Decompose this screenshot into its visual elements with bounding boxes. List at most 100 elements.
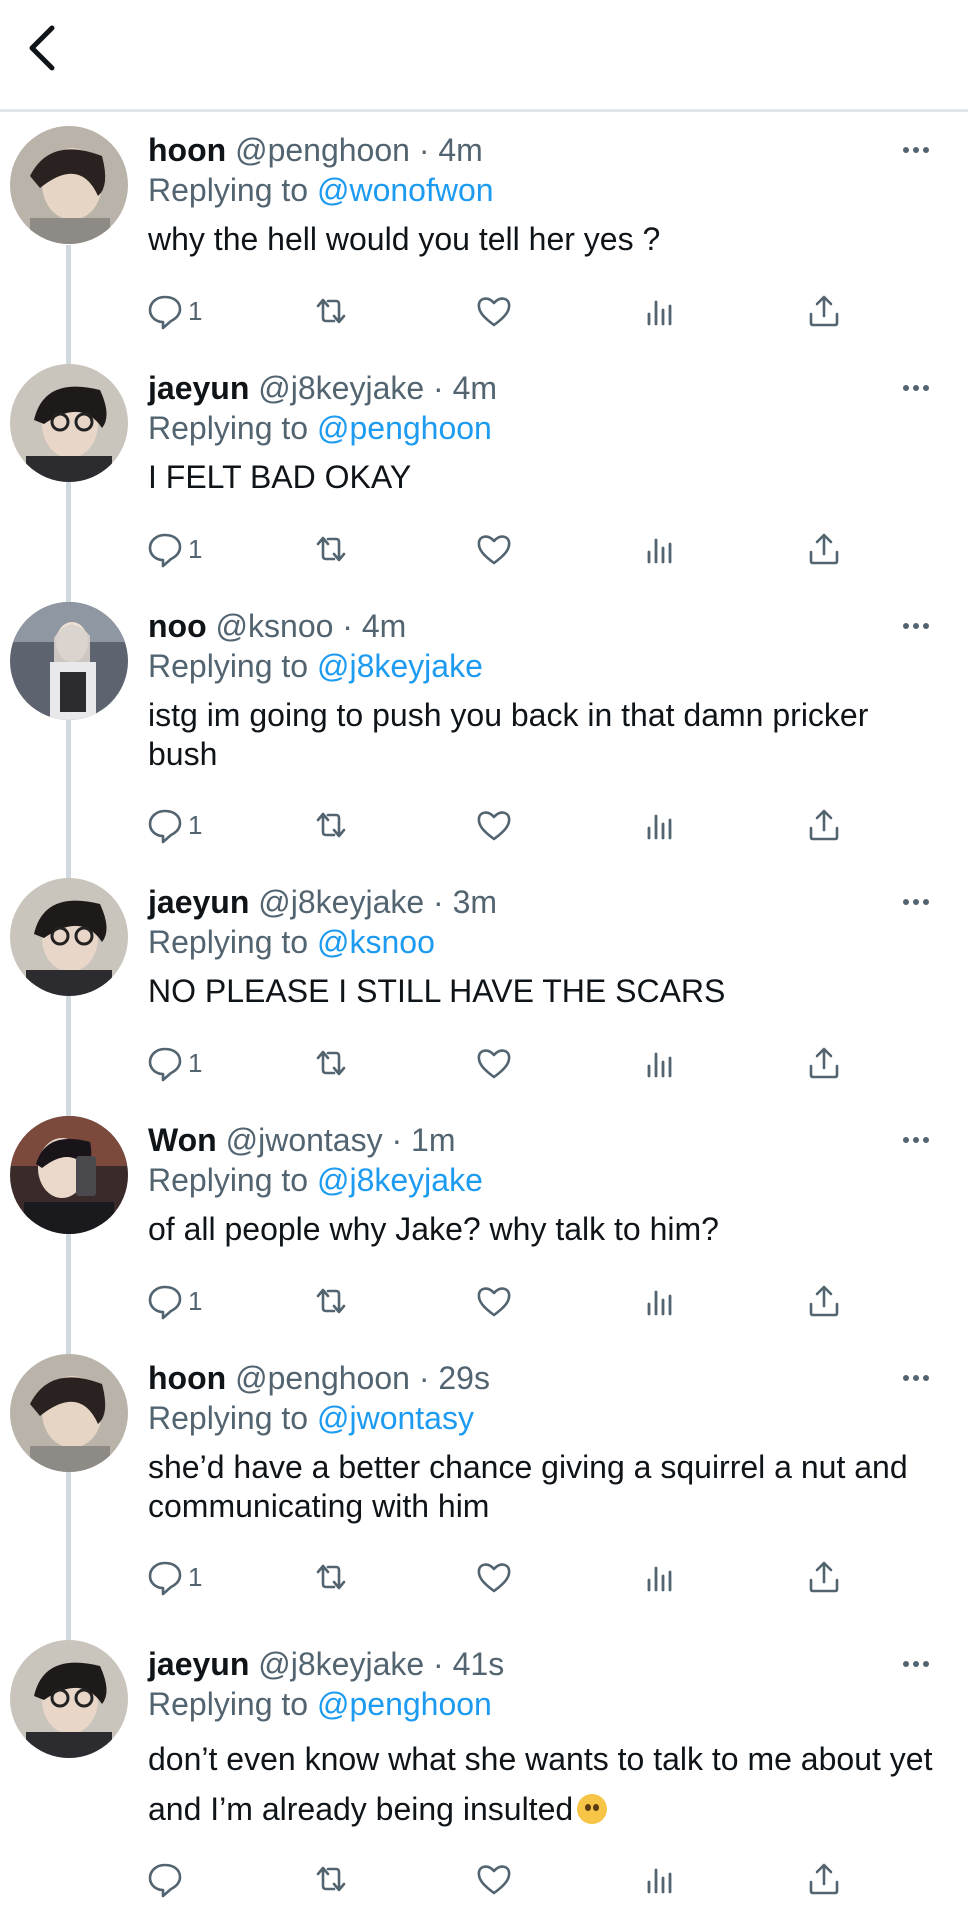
reply-button[interactable]: 1 bbox=[146, 286, 202, 336]
replying-to-mention[interactable]: @j8keyjake bbox=[317, 648, 483, 684]
back-button[interactable] bbox=[14, 18, 74, 78]
like-button[interactable] bbox=[475, 286, 513, 336]
like-button[interactable] bbox=[475, 1552, 513, 1602]
timestamp[interactable]: 4m bbox=[362, 608, 406, 644]
replying-to-mention[interactable]: @penghoon bbox=[317, 1686, 492, 1722]
tweet[interactable]: jaeyun @j8keyjake · 3m Replying to @ksno… bbox=[0, 878, 968, 1098]
avatar[interactable] bbox=[10, 126, 128, 244]
reply-count: 1 bbox=[188, 1285, 203, 1316]
timestamp[interactable]: 4m bbox=[438, 132, 482, 168]
more-options-button[interactable] bbox=[894, 138, 938, 162]
views-icon bbox=[647, 538, 672, 564]
retweet-button[interactable] bbox=[312, 1276, 350, 1326]
views-button[interactable] bbox=[641, 1854, 679, 1904]
share-button[interactable] bbox=[805, 1276, 843, 1326]
timestamp[interactable]: 3m bbox=[453, 884, 497, 920]
avatar[interactable] bbox=[10, 602, 128, 720]
tweet[interactable]: hoon @penghoon · 4m Replying to @wonofwo… bbox=[0, 126, 968, 346]
retweet-button[interactable] bbox=[312, 1854, 350, 1904]
like-button[interactable] bbox=[475, 1854, 513, 1904]
views-button[interactable] bbox=[641, 524, 679, 574]
retweet-button[interactable] bbox=[312, 1552, 350, 1602]
tweet-text: NO PLEASE I STILL HAVE THE SCARS bbox=[148, 973, 726, 1009]
more-dot-icon bbox=[923, 899, 929, 905]
avatar[interactable] bbox=[10, 1640, 128, 1758]
replying-to-mention[interactable]: @ksnoo bbox=[317, 924, 435, 960]
user-handle[interactable]: @j8keyjake bbox=[258, 884, 424, 920]
tweet[interactable]: noo @ksnoo · 4m Replying to @j8keyjake i… bbox=[0, 602, 968, 860]
share-button[interactable] bbox=[805, 524, 843, 574]
user-handle[interactable]: @penghoon bbox=[235, 132, 410, 168]
tweet[interactable]: jaeyun @j8keyjake · 41s Replying to @pen… bbox=[0, 1640, 968, 1920]
replying-to-mention[interactable]: @jwontasy bbox=[317, 1400, 474, 1436]
reply-button[interactable]: 1 bbox=[146, 1276, 202, 1326]
tweet[interactable]: Won @jwontasy · 1m Replying to @j8keyjak… bbox=[0, 1116, 968, 1336]
views-button[interactable] bbox=[641, 1276, 679, 1326]
retweet-button[interactable] bbox=[312, 524, 350, 574]
more-dot-icon bbox=[903, 147, 909, 153]
tweet-text: istg im going to push you back in that d… bbox=[148, 697, 869, 772]
timestamp[interactable]: 41s bbox=[453, 1646, 505, 1682]
display-name[interactable]: Won bbox=[148, 1122, 217, 1158]
reply-button[interactable] bbox=[146, 1854, 188, 1904]
display-name[interactable]: hoon bbox=[148, 1360, 226, 1396]
retweet-button[interactable] bbox=[312, 1038, 350, 1088]
share-button[interactable] bbox=[805, 1038, 843, 1088]
user-handle[interactable]: @j8keyjake bbox=[258, 1646, 424, 1682]
tweet-actions: 1 bbox=[0, 1038, 968, 1088]
reply-button[interactable]: 1 bbox=[146, 1552, 202, 1602]
timestamp[interactable]: 1m bbox=[411, 1122, 455, 1158]
avatar[interactable] bbox=[10, 364, 128, 482]
more-options-button[interactable] bbox=[894, 376, 938, 400]
avatar[interactable] bbox=[10, 1116, 128, 1234]
more-options-button[interactable] bbox=[894, 1128, 938, 1152]
reply-button[interactable]: 1 bbox=[146, 800, 202, 850]
share-button[interactable] bbox=[805, 800, 843, 850]
display-name[interactable]: jaeyun bbox=[148, 884, 249, 920]
share-button[interactable] bbox=[805, 286, 843, 336]
more-dot-icon bbox=[903, 385, 909, 391]
avatar[interactable] bbox=[10, 1354, 128, 1472]
more-options-button[interactable] bbox=[894, 1366, 938, 1390]
like-button[interactable] bbox=[475, 1276, 513, 1326]
like-button[interactable] bbox=[475, 524, 513, 574]
more-dot-icon bbox=[903, 1137, 909, 1143]
timestamp[interactable]: 29s bbox=[438, 1360, 490, 1396]
replying-to-line: Replying to @j8keyjake bbox=[148, 1160, 483, 1200]
display-name[interactable]: noo bbox=[148, 608, 207, 644]
views-button[interactable] bbox=[641, 1038, 679, 1088]
views-button[interactable] bbox=[641, 1552, 679, 1602]
replying-to-line: Replying to @jwontasy bbox=[148, 1398, 474, 1438]
user-handle[interactable]: @penghoon bbox=[235, 1360, 410, 1396]
replying-to-mention[interactable]: @j8keyjake bbox=[317, 1162, 483, 1198]
reply-button[interactable]: 1 bbox=[146, 524, 202, 574]
more-options-button[interactable] bbox=[894, 1652, 938, 1676]
tweet[interactable]: jaeyun @j8keyjake · 4m Replying to @peng… bbox=[0, 364, 968, 584]
avatar[interactable] bbox=[10, 878, 128, 996]
share-button[interactable] bbox=[805, 1552, 843, 1602]
separator-dot: · bbox=[418, 1360, 430, 1396]
tweet-text: of all people why Jake? why talk to him? bbox=[148, 1211, 719, 1247]
display-name[interactable]: jaeyun bbox=[148, 370, 249, 406]
tweet[interactable]: hoon @penghoon · 29s Replying to @jwonta… bbox=[0, 1354, 968, 1612]
more-options-button[interactable] bbox=[894, 890, 938, 914]
like-button[interactable] bbox=[475, 800, 513, 850]
tweet-text: I FELT BAD OKAY bbox=[148, 459, 412, 495]
user-handle[interactable]: @ksnoo bbox=[216, 608, 334, 644]
like-button[interactable] bbox=[475, 1038, 513, 1088]
replying-to-mention[interactable]: @wonofwon bbox=[317, 172, 494, 208]
share-button[interactable] bbox=[805, 1854, 843, 1904]
retweet-button[interactable] bbox=[312, 800, 350, 850]
views-button[interactable] bbox=[641, 286, 679, 336]
user-handle[interactable]: @jwontasy bbox=[226, 1122, 383, 1158]
display-name[interactable]: hoon bbox=[148, 132, 226, 168]
like-icon bbox=[477, 811, 511, 841]
timestamp[interactable]: 4m bbox=[453, 370, 497, 406]
views-button[interactable] bbox=[641, 800, 679, 850]
display-name[interactable]: jaeyun bbox=[148, 1646, 249, 1682]
retweet-button[interactable] bbox=[312, 286, 350, 336]
replying-to-mention[interactable]: @penghoon bbox=[317, 410, 492, 446]
reply-button[interactable]: 1 bbox=[146, 1038, 202, 1088]
more-options-button[interactable] bbox=[894, 614, 938, 638]
user-handle[interactable]: @j8keyjake bbox=[258, 370, 424, 406]
